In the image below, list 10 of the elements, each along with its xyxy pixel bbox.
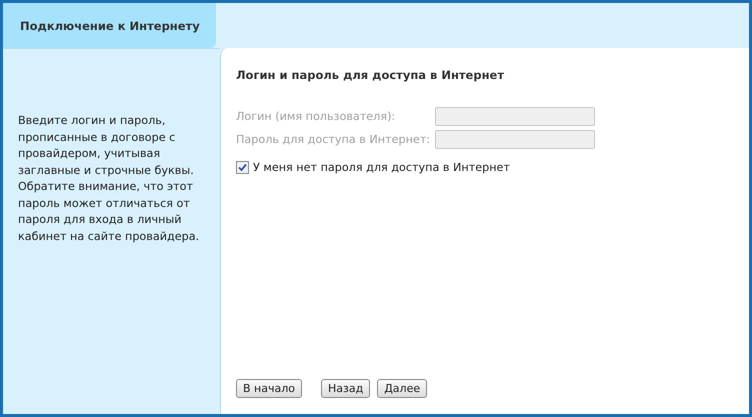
checkbox-label: У меня нет пароля для доступа в Интернет: [253, 161, 510, 174]
checkbox[interactable]: [236, 161, 249, 174]
instruction-text: Введите логин и пароль, прописанные в договоре с провайдером, учитывая заглавные и строчные буквы. Обратите внимание, что этот пароль может отличаться от пароля для входа в личный кабинет на сайте провайдера.: [18, 113, 200, 244]
next-button[interactable]: Далее: [377, 379, 428, 398]
field-label: Логин (имя пользователя):: [236, 110, 396, 123]
section-title: Логин и пароль для доступа в Интернет: [236, 68, 505, 82]
home-button[interactable]: В начало: [236, 379, 302, 398]
back-button[interactable]: Назад: [320, 379, 370, 398]
section-tab[interactable]: Подключение к Интернету: [3, 3, 216, 48]
field-label: Пароль для доступа в Интернет:: [236, 133, 432, 146]
